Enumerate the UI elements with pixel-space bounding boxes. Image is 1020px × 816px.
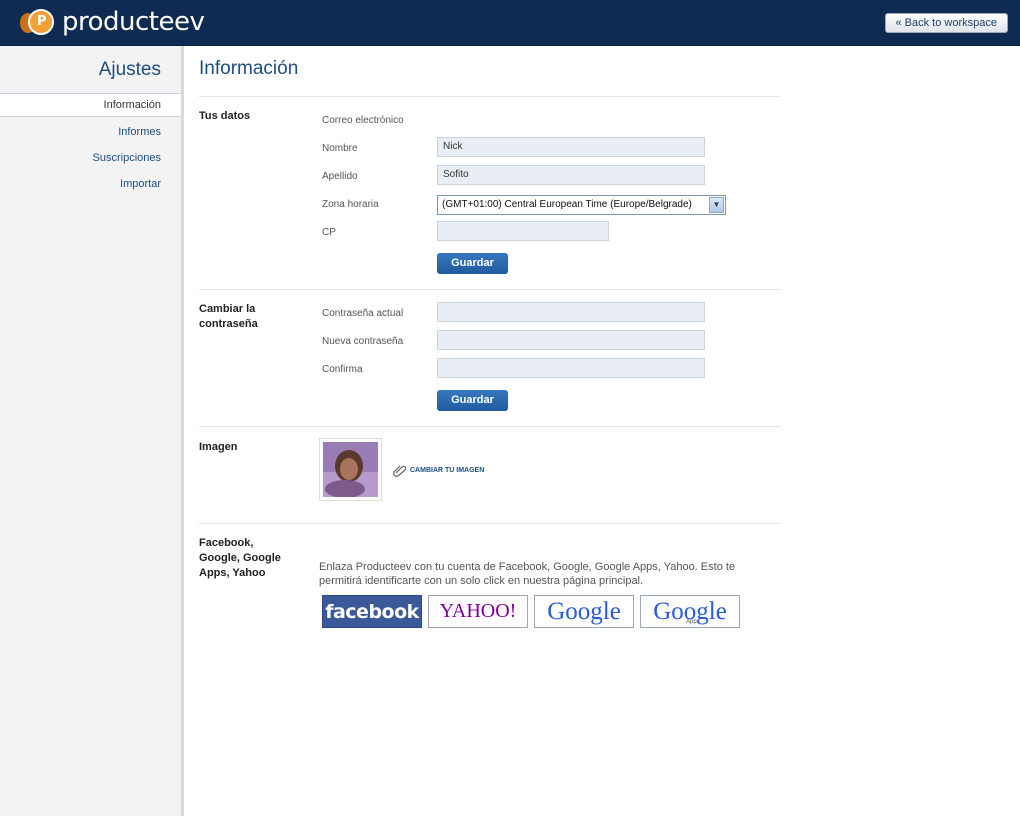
cp-label: CP (322, 227, 336, 238)
apellido-field[interactable]: Sofito (437, 165, 705, 185)
section-imagen: Imagen (199, 441, 238, 453)
contrasena-actual-field[interactable] (437, 302, 705, 322)
save-datos-button[interactable]: Guardar (437, 253, 508, 274)
email-label: Correo electrónico (322, 115, 404, 126)
sidebar-item-importar[interactable]: Importar (120, 178, 161, 190)
google-apps-sub: Apps (686, 619, 700, 625)
sidebar-item-informacion[interactable]: Información (0, 93, 181, 117)
nombre-label: Nombre (322, 143, 358, 154)
zona-horaria-select[interactable]: (GMT+01:00) Central European Time (Europ… (437, 195, 726, 215)
avatar (319, 438, 382, 501)
social-description: Enlaza Producteev con tu cuenta de Faceb… (319, 561, 736, 587)
zona-horaria-value: (GMT+01:00) Central European Time (Europ… (442, 199, 692, 210)
logo-text: producteev (62, 7, 205, 37)
nombre-field[interactable]: Nick (437, 137, 705, 157)
nueva-contrasena-label: Nueva contraseña (322, 336, 404, 347)
yahoo-connect-button[interactable]: YAHOO! (428, 595, 528, 628)
sidebar-title: Ajustes (98, 59, 161, 80)
section-social-accounts: Facebook, Google, Google Apps, Yahoo (199, 537, 281, 579)
logo-icon: P (18, 7, 56, 37)
cp-field[interactable] (437, 221, 609, 241)
divider (199, 523, 781, 524)
google-logo: Google (547, 597, 621, 625)
top-bar: P producteev « Back to workspace (0, 0, 1020, 46)
section-cambiar-contrasena: Cambiar la contraseña (199, 303, 258, 330)
divider (199, 96, 781, 97)
sidebar-item-informes[interactable]: Informes (118, 126, 161, 138)
google-connect-button[interactable]: Google (534, 595, 634, 628)
settings-sidebar: Ajustes Información Informes Suscripcion… (0, 46, 184, 816)
apellido-label: Apellido (322, 171, 358, 182)
avatar-image (323, 442, 378, 497)
confirma-field[interactable] (437, 358, 705, 378)
change-image-label: CAMBIAR TU IMAGEN (410, 466, 485, 474)
contrasena-actual-label: Contraseña actual (322, 308, 404, 319)
save-password-button[interactable]: Guardar (437, 390, 508, 411)
sidebar-item-suscripciones[interactable]: Suscripciones (93, 152, 161, 164)
section-tus-datos: Tus datos (199, 110, 251, 122)
change-image-link[interactable]: CAMBIAR TU IMAGEN (392, 463, 484, 477)
producteev-logo[interactable]: P producteev (18, 7, 205, 37)
nueva-contrasena-field[interactable] (437, 330, 705, 350)
back-to-workspace-button[interactable]: « Back to workspace (884, 13, 1008, 33)
zona-horaria-label: Zona horaria (322, 199, 379, 210)
divider (199, 289, 781, 290)
divider (199, 426, 781, 427)
facebook-connect-button[interactable]: facebook (322, 595, 422, 628)
page-title: Información (199, 58, 299, 79)
paperclip-icon (393, 465, 406, 477)
google-apps-connect-button[interactable]: Google Apps (640, 595, 740, 628)
confirma-label: Confirma (322, 364, 363, 375)
chevron-down-icon[interactable]: ▼ (709, 197, 724, 213)
